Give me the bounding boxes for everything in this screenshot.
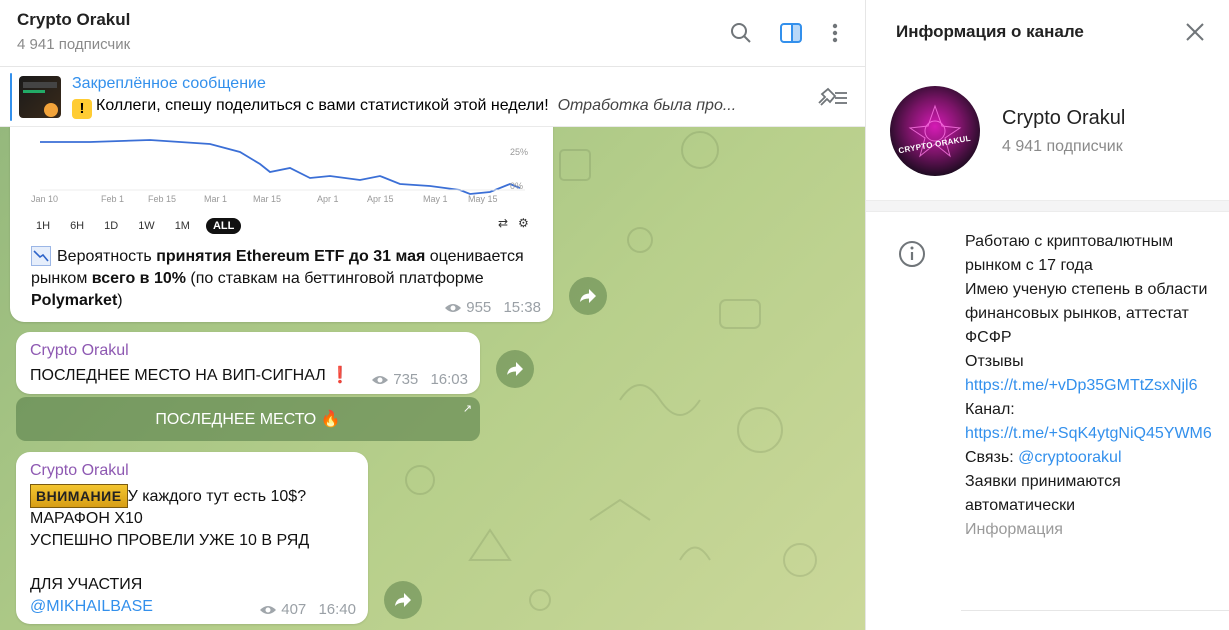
chart-x-tick: Apr 1: [317, 194, 339, 204]
pinned-list-icon[interactable]: [815, 85, 849, 109]
message-bubble: Crypto Orakul ВНИМАНИЕ У каждого тут есть…: [16, 452, 368, 624]
message-text-bold: принятия Ethereum ETF до 31 мая: [156, 248, 426, 265]
message-text-part: (по ставкам на беттинговой платформе: [185, 270, 484, 287]
chart-swap-icon[interactable]: ⇄: [498, 216, 508, 230]
message-line: У каждого тут есть 10$?: [127, 488, 307, 505]
section-label: Информация: [965, 521, 1063, 538]
inline-button-label: ПОСЛЕДНЕЕ МЕСТО 🔥: [155, 411, 341, 428]
inline-url-button[interactable]: ПОСЛЕДНЕЕ МЕСТО 🔥 ↗: [16, 397, 480, 441]
message-text-part: Вероятность: [57, 248, 157, 265]
chat-title[interactable]: Crypto Orakul: [17, 10, 130, 30]
message-text-part: ): [117, 292, 123, 309]
contact-link[interactable]: @cryptoorakul: [1018, 449, 1121, 466]
pinned-indicator: [10, 73, 12, 121]
message-author[interactable]: Crypto Orakul: [30, 342, 129, 360]
message-text-bold: Polymarket: [31, 292, 118, 309]
requests-text: Заявки принимаются автоматически: [965, 473, 1121, 514]
forward-button[interactable]: [496, 350, 534, 388]
message-text: ПОСЛЕДНЕЕ МЕСТО НА ВИП-СИГНАЛ ❗: [30, 365, 350, 387]
chart-x-tick: Apr 15: [367, 194, 394, 204]
chart-x-tick: Mar 15: [253, 194, 282, 204]
pinned-text-italic: Отработка была про...: [557, 97, 737, 114]
chart-range-buttons: 1H 6H 1D 1W 1M ALL: [32, 218, 242, 234]
pinned-title: Закреплённое сообщение: [72, 75, 266, 92]
views-count: 735: [393, 371, 419, 388]
chat-subscriber-count: 4 941 подписчик: [17, 36, 131, 53]
views-icon: [445, 303, 462, 312]
range-1w[interactable]: 1W: [134, 218, 159, 234]
message-time: 16:40: [318, 601, 356, 618]
forward-icon: [395, 593, 411, 607]
info-icon: [898, 240, 926, 268]
message-line: ДЛЯ УЧАСТИЯ: [30, 576, 143, 593]
forward-icon: [507, 362, 523, 376]
about-line: Имею ученую степень в области финансовых…: [965, 281, 1208, 346]
channel-avatar[interactable]: CRYPTO ORAKUL: [890, 86, 980, 176]
chart-x-tick: Feb 1: [101, 194, 125, 204]
views-icon: [260, 605, 277, 614]
chart-down-icon: [31, 246, 51, 266]
section-divider: [866, 200, 1229, 212]
range-6h[interactable]: 6H: [66, 218, 88, 234]
message-line: УСПЕШНО ПРОВЕЛИ УЖЕ 10 В РЯД: [30, 532, 310, 549]
message-line: МАРАФОН Х10: [30, 510, 143, 527]
message-bubble: 25% 0% Jan 10 Feb 1 Feb 15 Mar 1 Mar 15 …: [10, 100, 553, 322]
range-1d[interactable]: 1D: [100, 218, 122, 234]
chart-settings-icon[interactable]: ⚙: [518, 216, 529, 230]
bottom-divider: [961, 610, 1229, 611]
channel-link[interactable]: https://t.me/+SqK4ytgNiQ45YWM6: [965, 425, 1212, 442]
chart-y-tick-0: 0%: [510, 181, 524, 191]
about-line: Отзывы: [965, 353, 1024, 370]
channel-label: Канал:: [965, 401, 1015, 418]
attention-badge: ВНИМАНИЕ: [30, 484, 128, 508]
message-text-main: ПОСЛЕДНЕЕ МЕСТО НА ВИП-СИГНАЛ: [30, 367, 326, 384]
chart-x-tick: Feb 15: [148, 194, 177, 204]
message-time: 15:38: [503, 299, 541, 316]
message-meta: 407 16:40: [259, 601, 356, 618]
channel-name: Crypto Orakul: [1002, 107, 1126, 129]
sidebar-toggle-icon[interactable]: [778, 20, 804, 46]
pinned-text: ! Коллеги, спешу поделиться с вами статис…: [72, 97, 792, 119]
chat-header: Crypto Orakul 4 941 подписчик: [0, 0, 865, 67]
forward-button[interactable]: [569, 277, 607, 315]
channel-info-panel: Информация о канале CRYPTO ORAKUL Crypto…: [865, 0, 1229, 630]
channel-description: Работаю с криптовалютным рынком с 17 год…: [965, 230, 1215, 542]
info-panel-title: Информация о канале: [896, 22, 1084, 41]
message-bubble: Crypto Orakul ПОСЛЕДНЕЕ МЕСТО НА ВИП-СИГ…: [16, 332, 480, 394]
message-text: ВНИМАНИЕ У каждого тут есть 10$? МАРАФОН …: [30, 484, 360, 618]
reviews-link[interactable]: https://t.me/+vDp35GMTtZsxNjl6: [965, 377, 1198, 394]
forward-icon: [580, 289, 596, 303]
message-time: 16:03: [430, 371, 468, 388]
message-text-bold: всего в 10%: [91, 270, 186, 287]
chart-x-tick: May 15: [468, 194, 498, 204]
message-meta: 735 16:03: [371, 371, 468, 388]
chat-area: Crypto Orakul 4 941 подписчик Закреплённ…: [0, 0, 865, 630]
chart-x-tick: Jan 10: [31, 194, 59, 204]
red-exclamation-icon: ❗: [330, 367, 351, 384]
pinned-message-bar[interactable]: Закреплённое сообщение ! Коллеги, спешу п…: [0, 67, 865, 127]
chart-x-tick: Mar 1: [204, 194, 228, 204]
range-all[interactable]: ALL: [205, 218, 242, 234]
close-icon[interactable]: [1183, 20, 1207, 44]
pinned-thumbnail: [19, 76, 61, 118]
range-1h[interactable]: 1H: [32, 218, 54, 234]
range-1m[interactable]: 1M: [171, 218, 194, 234]
external-link-icon: ↗: [462, 403, 472, 415]
forward-button[interactable]: [384, 581, 422, 619]
message-author[interactable]: Crypto Orakul: [30, 462, 129, 480]
exclamation-icon: !: [72, 99, 92, 119]
views-count: 955: [466, 299, 492, 316]
views-icon: [372, 375, 389, 384]
channel-subscribers: 4 941 подписчик: [1002, 138, 1123, 155]
more-menu-icon[interactable]: [822, 20, 848, 46]
message-meta: 955 15:38: [444, 299, 541, 316]
chart-x-tick: May 1: [423, 194, 448, 204]
views-count: 407: [281, 601, 307, 618]
chart-y-tick-25: 25%: [510, 147, 529, 157]
search-icon[interactable]: [728, 20, 754, 46]
pinned-text-main: Коллеги, спешу поделиться с вами статист…: [96, 97, 549, 114]
contact-label: Связь:: [965, 449, 1019, 466]
about-line: Работаю с криптовалютным рынком с 17 год…: [965, 233, 1174, 274]
